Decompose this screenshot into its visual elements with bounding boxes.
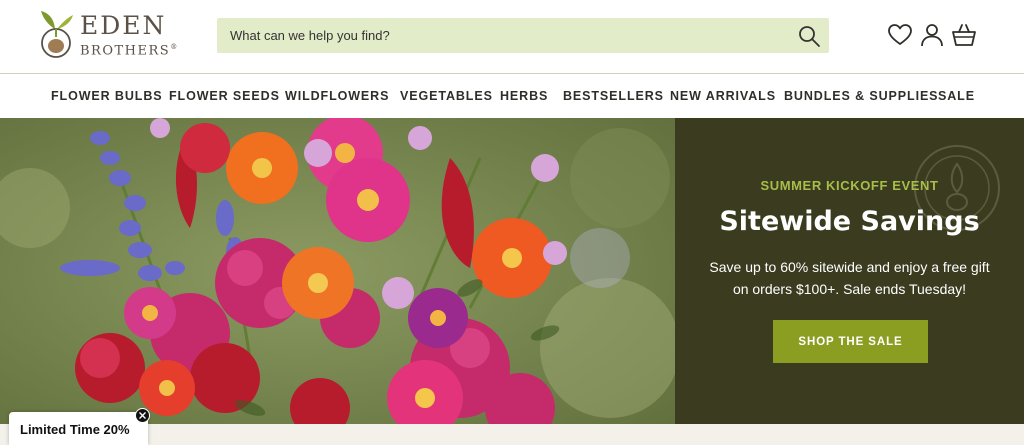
- shop-the-sale-button[interactable]: SHOP THE SALE: [773, 320, 928, 363]
- hero-flower-bouquet-image[interactable]: [0, 118, 675, 424]
- basket-icon[interactable]: [951, 22, 977, 48]
- search-input[interactable]: [230, 18, 790, 53]
- nav-item-sale[interactable]: SALE: [938, 89, 975, 103]
- nav-item-flower-bulbs[interactable]: FLOWER BULBS: [51, 89, 162, 103]
- limited-time-label: Limited Time 20%: [20, 422, 130, 437]
- below-hero-strip: [0, 424, 1024, 445]
- close-icon[interactable]: [135, 408, 150, 423]
- hero-banner: SUMMER KICKOFF EVENT Sitewide Savings Sa…: [0, 118, 1024, 424]
- site-header: EDEN BROTHERS®: [0, 0, 1024, 74]
- brand-name-line1: EDEN: [80, 11, 167, 40]
- promo-eyebrow: SUMMER KICKOFF EVENT: [760, 178, 939, 193]
- nav-item-bestsellers[interactable]: BESTSELLERS: [563, 89, 664, 103]
- brand-name-line2: BROTHERS®: [80, 43, 179, 59]
- eden-brothers-logo[interactable]: EDEN BROTHERS®: [38, 9, 177, 61]
- promo-headline: Sitewide Savings: [719, 206, 980, 237]
- limited-time-offer-tab[interactable]: Limited Time 20%: [9, 412, 148, 445]
- promo-subcopy: Save up to 60% sitewide and enjoy a free…: [709, 259, 990, 297]
- hero-promo-panel: SUMMER KICKOFF EVENT Sitewide Savings Sa…: [675, 118, 1024, 424]
- nav-item-bundles-supplies[interactable]: BUNDLES & SUPPLIES: [784, 89, 938, 103]
- nav-item-new-arrivals[interactable]: NEW ARRIVALS: [670, 89, 776, 103]
- nav-item-wildflowers[interactable]: WILDFLOWERS: [285, 89, 389, 103]
- bouquet-illustration: [0, 118, 675, 424]
- search-bar: [217, 18, 829, 53]
- heart-icon[interactable]: [887, 22, 913, 48]
- nav-item-vegetables[interactable]: VEGETABLES: [400, 89, 493, 103]
- user-icon[interactable]: [919, 22, 945, 48]
- search-icon[interactable]: [797, 24, 821, 48]
- nav-item-herbs[interactable]: HERBS: [500, 89, 548, 103]
- main-navigation: FLOWER BULBS FLOWER SEEDS WILDFLOWERS VE…: [0, 75, 1024, 118]
- logo-sprout-icon: [41, 11, 73, 58]
- nav-item-flower-seeds[interactable]: FLOWER SEEDS: [169, 89, 280, 103]
